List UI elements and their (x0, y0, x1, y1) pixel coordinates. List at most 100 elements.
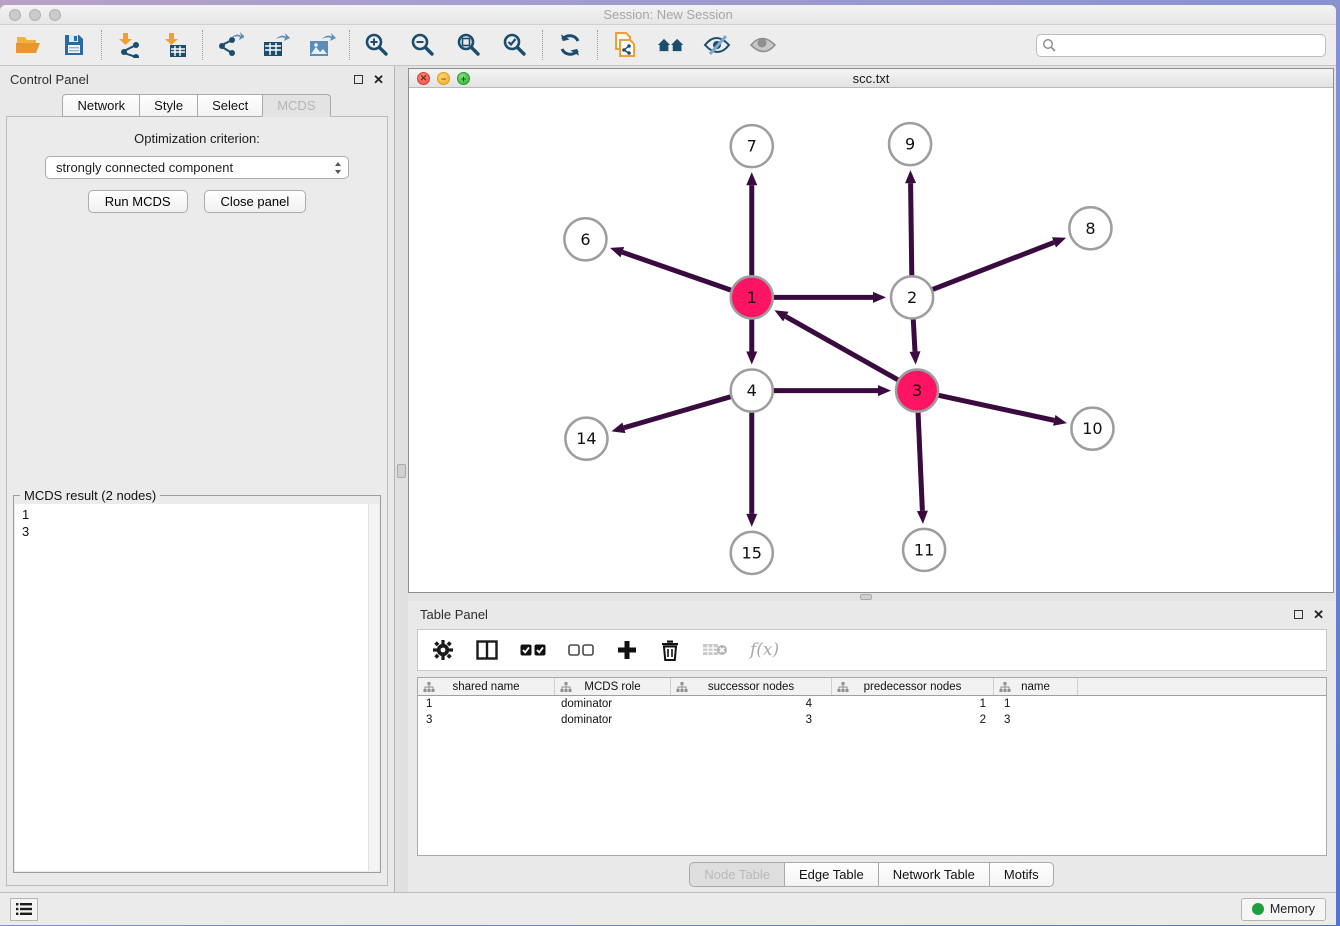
tab-select[interactable]: Select (197, 94, 263, 117)
table-tabs-bar: Node TableEdge TableNetwork TableMotifs (414, 856, 1330, 892)
tab-node-table[interactable]: Node Table (689, 862, 785, 887)
first-neighbors-icon[interactable] (657, 31, 685, 59)
scrollbar[interactable] (368, 504, 379, 871)
refresh-icon[interactable] (556, 31, 584, 59)
delete-column-icon[interactable] (660, 639, 680, 661)
graph-edge-4-14[interactable] (624, 397, 731, 428)
mcds-result-box: MCDS result (2 nodes) 13 (13, 495, 381, 873)
search-input[interactable] (1036, 34, 1326, 57)
run-mcds-button[interactable]: Run MCDS (88, 190, 188, 213)
close-panel-icon[interactable]: ✕ (373, 75, 384, 84)
control-panel: Control Panel ✕ NetworkStyleSelectMCDS O… (0, 66, 395, 892)
open-session-icon[interactable] (14, 31, 42, 59)
mcds-result-title: MCDS result (2 nodes) (20, 488, 160, 503)
table-cell: 2 (832, 712, 994, 728)
zoom-out-icon[interactable] (409, 31, 437, 59)
network-title: scc.txt (409, 71, 1333, 86)
graph-edge-arrow (746, 514, 757, 527)
optimization-label: Optimization criterion: (13, 131, 381, 146)
graph-edge-arrow (746, 172, 757, 185)
graph-node-label: 6 (580, 230, 590, 249)
splitter-grip[interactable] (860, 594, 872, 600)
close-panel-button[interactable]: Close panel (204, 190, 307, 213)
tab-edge-table[interactable]: Edge Table (784, 862, 879, 887)
tab-style[interactable]: Style (139, 94, 198, 117)
import-network-icon[interactable] (115, 31, 143, 59)
table-toolbar: f(x) (417, 629, 1327, 671)
column-header-MCDS-role[interactable]: MCDS role (555, 678, 671, 695)
network-canvas[interactable]: 7968124314101511 (409, 88, 1333, 592)
memory-button[interactable]: Memory (1241, 898, 1326, 921)
apply-function-icon[interactable]: f(x) (750, 640, 779, 660)
export-table-icon[interactable] (262, 31, 290, 59)
save-session-icon[interactable] (60, 31, 88, 59)
table-cell: 3 (671, 712, 832, 728)
zoom-in-icon[interactable] (363, 31, 391, 59)
table-splitter[interactable] (408, 593, 1336, 601)
graph-edge-arrow (878, 385, 891, 396)
optimization-value: strongly connected component (56, 160, 233, 175)
search-icon (1042, 38, 1057, 53)
table-row[interactable]: 3dominator323 (418, 712, 1326, 728)
graph-edge-2-9[interactable] (911, 183, 912, 275)
table-panel: Table Panel ✕ (408, 601, 1336, 892)
tab-network[interactable]: Network (62, 94, 140, 117)
mcds-result-list[interactable]: 13 (15, 504, 379, 871)
graph-edge-3-11[interactable] (918, 413, 922, 511)
graph-edge-2-8[interactable] (933, 242, 1054, 289)
column-header-shared-name[interactable]: shared name (418, 678, 555, 695)
memory-status-icon (1252, 903, 1264, 915)
deselect-all-icon[interactable] (568, 644, 594, 656)
graph-edge-2-3[interactable] (913, 319, 915, 351)
window-title: Session: New Session (0, 7, 1336, 22)
mcds-panel: Optimization criterion: strongly connect… (6, 116, 388, 886)
add-column-icon[interactable] (616, 639, 638, 661)
select-all-check-icon[interactable] (520, 644, 546, 656)
hide-graphics-icon[interactable] (703, 31, 731, 59)
graph-edge-arrow (909, 351, 920, 364)
graph-node-label: 4 (747, 381, 757, 400)
graph-edge-3-1[interactable] (786, 317, 898, 380)
mcds-result-line: 3 (22, 523, 379, 540)
zoom-selected-icon[interactable] (501, 31, 529, 59)
copy-network-icon[interactable] (611, 31, 639, 59)
table-cell: dominator (555, 712, 671, 728)
mcds-result-line: 1 (22, 506, 379, 523)
graph-node-label: 2 (907, 288, 917, 307)
delete-table-icon[interactable] (702, 642, 728, 658)
import-table-icon[interactable] (161, 31, 189, 59)
app-window: Session: New Session (0, 5, 1336, 925)
tab-mcds[interactable]: MCDS (262, 94, 330, 117)
network-titlebar[interactable]: ✕ − + scc.txt (409, 69, 1333, 88)
table-cell: dominator (555, 696, 671, 712)
graph-edge-arrow (610, 247, 624, 257)
show-graphics-icon[interactable] (749, 31, 777, 59)
close-panel-icon[interactable]: ✕ (1313, 610, 1324, 619)
table-cell: 3 (418, 712, 555, 728)
optimization-select[interactable]: strongly connected component (45, 156, 349, 179)
column-header-predecessor-nodes[interactable]: predecessor nodes (832, 678, 994, 695)
column-header-name[interactable]: name (994, 678, 1078, 695)
column-header-filler (1078, 678, 1326, 695)
graph-node-label: 11 (914, 540, 934, 559)
graph-edge-1-6[interactable] (622, 252, 731, 290)
panel-splitter[interactable] (395, 66, 408, 892)
export-image-icon[interactable] (308, 31, 336, 59)
node-table: shared nameMCDS rolesuccessor nodesprede… (417, 677, 1327, 856)
control-panel-title: Control Panel (10, 72, 89, 87)
export-network-icon[interactable] (216, 31, 244, 59)
table-settings-icon[interactable] (432, 639, 454, 661)
table-row[interactable]: 1dominator411 (418, 696, 1326, 712)
float-panel-icon[interactable] (1294, 610, 1303, 619)
tab-network-table[interactable]: Network Table (878, 862, 990, 887)
float-panel-icon[interactable] (354, 75, 363, 84)
tab-motifs[interactable]: Motifs (989, 862, 1054, 887)
network-graph[interactable]: 7968124314101511 (409, 88, 1333, 592)
task-history-icon[interactable] (10, 898, 38, 921)
table-cell: 1 (994, 696, 1078, 712)
graph-edge-3-10[interactable] (939, 395, 1055, 420)
zoom-fit-icon[interactable] (455, 31, 483, 59)
split-view-icon[interactable] (476, 640, 498, 660)
column-header-successor-nodes[interactable]: successor nodes (671, 678, 832, 695)
splitter-grip[interactable] (397, 464, 406, 478)
